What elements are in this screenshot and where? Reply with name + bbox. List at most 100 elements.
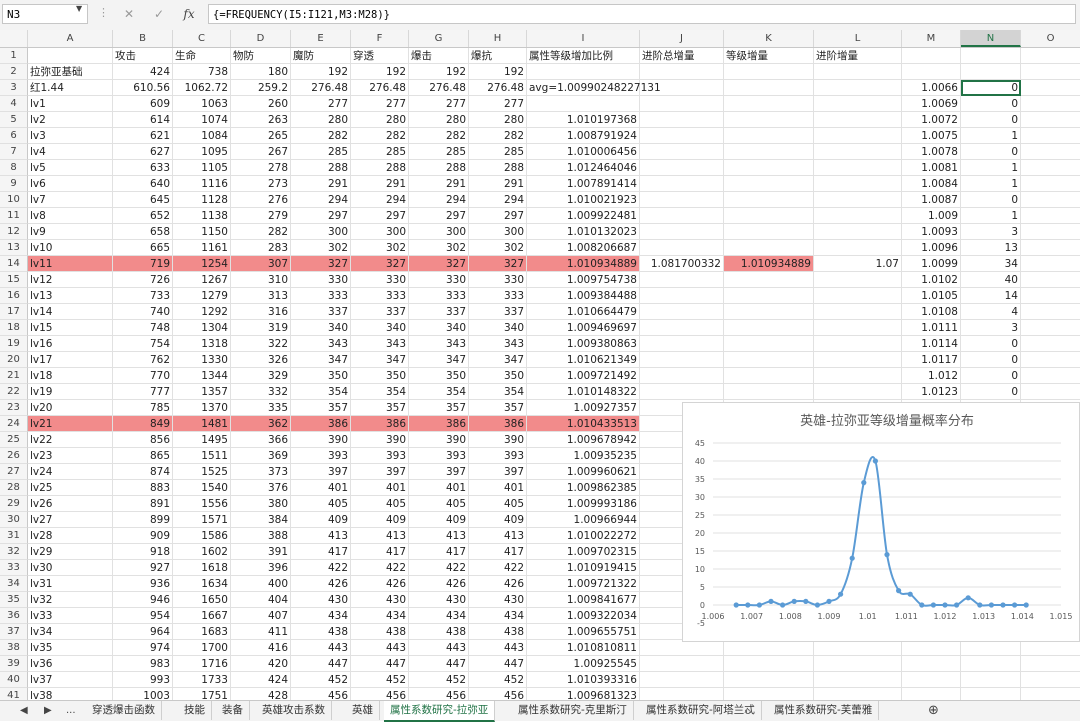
cell-a11[interactable]: lv8 [28,208,113,224]
cell-l13[interactable] [814,240,902,256]
row-header[interactable]: 33 [0,560,28,576]
cell-i32[interactable]: 1.009702315 [527,544,640,560]
cell-c14[interactable]: 1254 [173,256,231,272]
cell-b24[interactable]: 849 [113,416,173,432]
cell-l14[interactable]: 1.07 [814,256,902,272]
cell-n14[interactable]: 34 [961,256,1021,272]
cell-h21[interactable]: 350 [469,368,527,384]
cell-b32[interactable]: 918 [113,544,173,560]
cell-b9[interactable]: 640 [113,176,173,192]
cell-j9[interactable] [640,176,724,192]
cell-m13[interactable]: 1.0096 [902,240,961,256]
cell-l12[interactable] [814,224,902,240]
cell-d30[interactable]: 384 [231,512,291,528]
cell-a19[interactable]: lv16 [28,336,113,352]
cell-h19[interactable]: 343 [469,336,527,352]
cell-k11[interactable] [724,208,814,224]
cell-e26[interactable]: 393 [291,448,351,464]
cell-o12[interactable] [1021,224,1080,240]
cell-e2[interactable]: 192 [291,64,351,80]
cell-m22[interactable]: 1.0123 [902,384,961,400]
cell-k22[interactable] [724,384,814,400]
row-header[interactable]: 41 [0,688,28,700]
cell-d24[interactable]: 362 [231,416,291,432]
cell-d39[interactable]: 420 [231,656,291,672]
cell-f21[interactable]: 350 [351,368,409,384]
cell-a27[interactable]: lv24 [28,464,113,480]
cell-f17[interactable]: 337 [351,304,409,320]
cell-l18[interactable] [814,320,902,336]
cell-l16[interactable] [814,288,902,304]
cell-k14[interactable]: 1.010934889 [724,256,814,272]
row-header[interactable]: 10 [0,192,28,208]
cell-c3[interactable]: 1062.72 [173,80,231,96]
add-sheet-button[interactable]: ⊕ [928,701,939,720]
cell-g23[interactable]: 357 [409,400,469,416]
cell-g38[interactable]: 443 [409,640,469,656]
cell-n5[interactable]: 0 [961,112,1021,128]
cell-e11[interactable]: 297 [291,208,351,224]
cell-n21[interactable]: 0 [961,368,1021,384]
cell-e38[interactable]: 443 [291,640,351,656]
cell-n39[interactable] [961,656,1021,672]
cell-f37[interactable]: 438 [351,624,409,640]
cell-n19[interactable]: 0 [961,336,1021,352]
cell-i2[interactable] [527,64,640,80]
cell-d10[interactable]: 276 [231,192,291,208]
cell-c19[interactable]: 1318 [173,336,231,352]
row-header[interactable]: 26 [0,448,28,464]
row-header[interactable]: 38 [0,640,28,656]
cell-d4[interactable]: 260 [231,96,291,112]
cell-g11[interactable]: 297 [409,208,469,224]
cell-d29[interactable]: 380 [231,496,291,512]
cell-m1[interactable] [902,48,961,64]
cell-l41[interactable] [814,688,902,700]
cell-a28[interactable]: lv25 [28,480,113,496]
cell-c9[interactable]: 1116 [173,176,231,192]
cell-b14[interactable]: 719 [113,256,173,272]
cell-f31[interactable]: 413 [351,528,409,544]
cell-d32[interactable]: 391 [231,544,291,560]
cell-n20[interactable]: 0 [961,352,1021,368]
cell-g12[interactable]: 300 [409,224,469,240]
cell-b10[interactable]: 645 [113,192,173,208]
cell-b28[interactable]: 883 [113,480,173,496]
cell-l9[interactable] [814,176,902,192]
cell-i19[interactable]: 1.009380863 [527,336,640,352]
cell-k40[interactable] [724,672,814,688]
cell-o17[interactable] [1021,304,1080,320]
select-all-corner[interactable] [0,30,28,47]
cell-c12[interactable]: 1150 [173,224,231,240]
cell-j39[interactable] [640,656,724,672]
row-header[interactable]: 40 [0,672,28,688]
cell-d22[interactable]: 332 [231,384,291,400]
cell-e9[interactable]: 291 [291,176,351,192]
cell-f38[interactable]: 443 [351,640,409,656]
cell-b11[interactable]: 652 [113,208,173,224]
cell-c17[interactable]: 1292 [173,304,231,320]
row-header[interactable]: 21 [0,368,28,384]
cell-f33[interactable]: 422 [351,560,409,576]
cell-m40[interactable] [902,672,961,688]
cell-g2[interactable]: 192 [409,64,469,80]
cell-e12[interactable]: 300 [291,224,351,240]
cell-k15[interactable] [724,272,814,288]
cell-l5[interactable] [814,112,902,128]
cell-k4[interactable] [724,96,814,112]
cell-h40[interactable]: 452 [469,672,527,688]
insert-function-icon[interactable]: fx [178,4,200,24]
cell-i13[interactable]: 1.008206687 [527,240,640,256]
cell-b17[interactable]: 740 [113,304,173,320]
cell-f15[interactable]: 330 [351,272,409,288]
cell-g13[interactable]: 302 [409,240,469,256]
cell-n9[interactable]: 1 [961,176,1021,192]
cell-c2[interactable]: 738 [173,64,231,80]
cell-f4[interactable]: 277 [351,96,409,112]
cell-e28[interactable]: 401 [291,480,351,496]
cell-f13[interactable]: 302 [351,240,409,256]
cell-h5[interactable]: 280 [469,112,527,128]
cell-g18[interactable]: 340 [409,320,469,336]
cell-d19[interactable]: 322 [231,336,291,352]
cell-e17[interactable]: 337 [291,304,351,320]
cell-b1[interactable]: 攻击 [113,48,173,64]
